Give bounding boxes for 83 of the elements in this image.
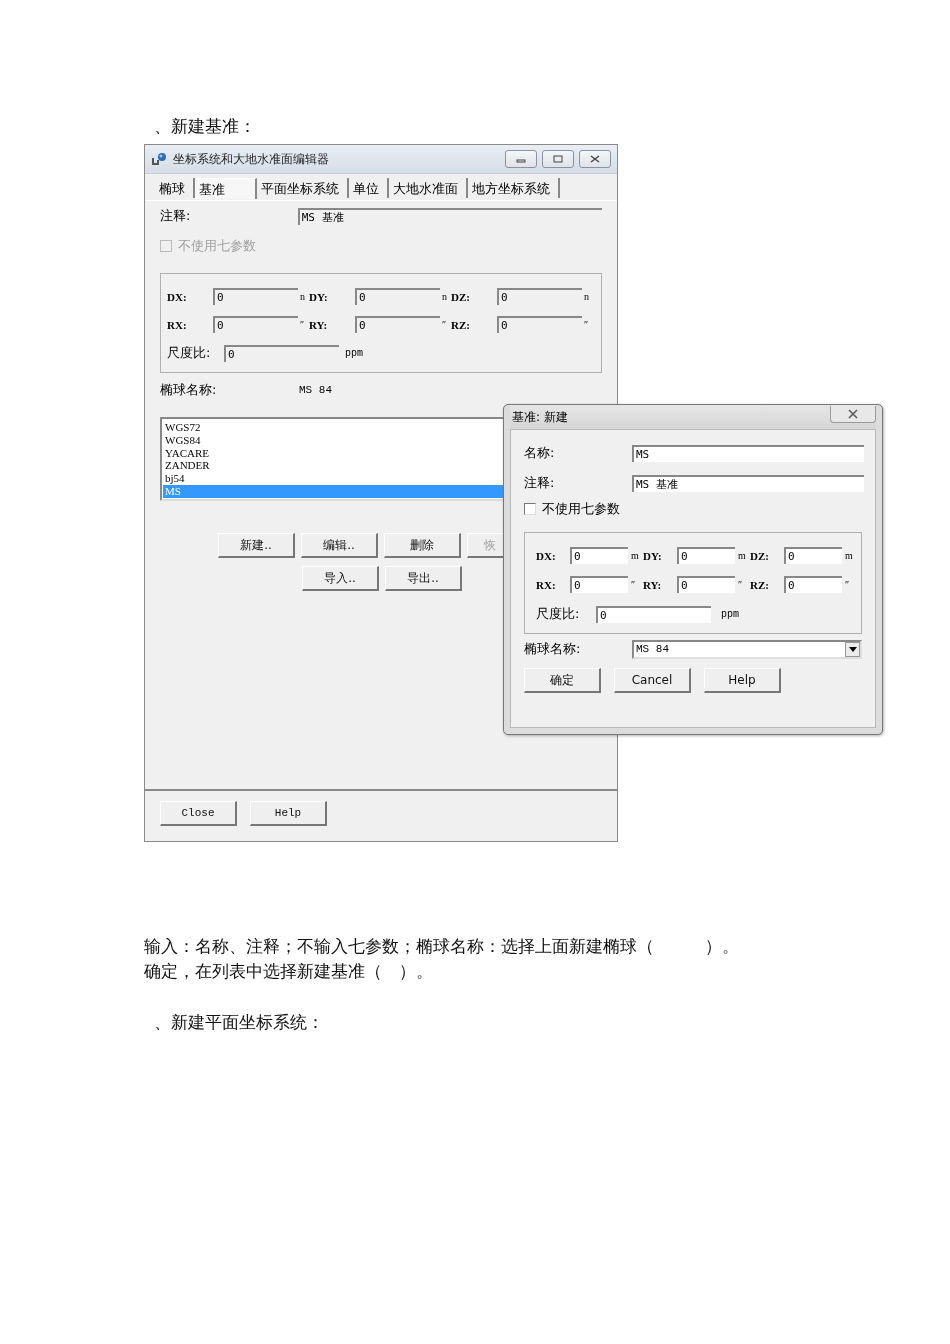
unit-label: n	[441, 291, 447, 302]
unit-label: ″	[583, 319, 589, 330]
input-field[interactable]: 0	[570, 576, 628, 593]
unit-label: ppm	[720, 608, 739, 620]
section-heading: 、新建平面坐标系统：	[154, 1011, 325, 1034]
tab[interactable]: 地方坐标系统	[468, 178, 560, 198]
unit-label: ″	[299, 319, 305, 330]
field-label: 注释:	[160, 207, 192, 225]
tab[interactable]: 大地水准面	[389, 178, 468, 198]
field-label: DZ:	[451, 290, 471, 303]
unit-label: ″	[441, 319, 447, 330]
input-field[interactable]: 0	[355, 316, 440, 333]
ellipsoid-value: MS 84	[299, 384, 332, 396]
close-icon	[847, 408, 859, 419]
field-label: RX:	[536, 578, 557, 591]
input-field[interactable]: 0	[213, 316, 298, 333]
checkbox-label: 不使用七参数	[178, 237, 256, 255]
unit-label: m	[844, 550, 853, 561]
field-label: 尺度比:	[536, 605, 581, 623]
field-label: RX:	[167, 318, 188, 331]
input-field[interactable]: 0	[497, 288, 582, 305]
close-icon	[590, 155, 600, 163]
unit-label: ppm	[344, 347, 363, 359]
dialog-button[interactable]: Help	[704, 668, 781, 693]
section-heading: 、新建基准：	[154, 115, 257, 138]
dialog-title: 基准: 新建	[511, 408, 568, 426]
tab[interactable]: 单位	[349, 178, 389, 198]
field-label: 椭球名称:	[160, 381, 218, 399]
dialog-button[interactable]: 删除	[384, 533, 461, 558]
field-label: DX:	[167, 290, 188, 303]
dialog-button[interactable]: 编辑..	[301, 533, 378, 558]
field-label: DX:	[536, 549, 557, 562]
app-icon	[151, 152, 167, 166]
unit-label: ″	[737, 579, 743, 590]
input-field[interactable]: 0	[677, 547, 735, 564]
input-field[interactable]: 0	[224, 344, 339, 362]
field-label: RZ:	[750, 578, 770, 591]
maximize-button[interactable]	[542, 150, 574, 168]
checkbox[interactable]	[524, 503, 536, 515]
tab[interactable]: 平面坐标系统	[257, 178, 349, 198]
field-label: DZ:	[750, 549, 770, 562]
ellipsoid-dropdown[interactable]: MS 84	[632, 639, 862, 659]
field-label: RZ:	[451, 318, 471, 331]
field-label: DY:	[643, 549, 663, 562]
dialog-button[interactable]: Cancel	[614, 668, 691, 693]
input-field[interactable]: 0	[784, 576, 842, 593]
field-label: 名称:	[524, 444, 556, 462]
input-field[interactable]: 0	[355, 288, 440, 305]
minimize-button[interactable]	[505, 150, 537, 168]
dialog-button[interactable]: Help	[250, 801, 327, 826]
window-title: 坐标系统和大地水准面编辑器	[173, 150, 330, 168]
dialog-button[interactable]: 新建..	[218, 533, 295, 558]
dialog-button[interactable]: Close	[160, 801, 237, 826]
input-field[interactable]: 0	[570, 547, 628, 564]
name-field[interactable]: MS	[632, 444, 864, 462]
paragraph: 输入：名称、注释；不输入七参数；椭球名称：选择上面新建椭球（ ）。	[144, 935, 740, 958]
input-field[interactable]: 0	[497, 316, 582, 333]
field-label: 尺度比:	[167, 344, 212, 362]
input-field[interactable]: 0	[213, 288, 298, 305]
close-button[interactable]	[579, 150, 611, 168]
comment-field[interactable]: MS 基准	[297, 207, 602, 225]
maximize-icon	[553, 155, 563, 163]
field-label: 椭球名称:	[524, 640, 582, 658]
field-label: DY:	[309, 290, 329, 303]
input-field[interactable]: 0	[596, 605, 711, 623]
checkbox-label: 不使用七参数	[542, 500, 620, 518]
field-label: RY:	[643, 578, 663, 591]
input-field[interactable]: 0	[784, 547, 842, 564]
dialog-button[interactable]: 导入..	[302, 566, 379, 591]
unit-label: m	[737, 550, 746, 561]
unit-label: ″	[630, 579, 636, 590]
field-label: RY:	[309, 318, 329, 331]
input-field[interactable]: 0	[677, 576, 735, 593]
dialog-button[interactable]: 导出..	[385, 566, 462, 591]
caret-icon	[848, 646, 857, 652]
unit-label: ″	[844, 579, 850, 590]
dialog-button[interactable]: 确定	[524, 668, 601, 693]
unit-label: m	[630, 550, 639, 561]
comment-field[interactable]: MS 基准	[632, 474, 864, 492]
unit-label: n	[583, 291, 589, 302]
paragraph: 确定，在列表中选择新建基准（ ）。	[144, 960, 434, 983]
tab[interactable]: 基准	[195, 178, 257, 199]
unit-label: n	[299, 291, 305, 302]
